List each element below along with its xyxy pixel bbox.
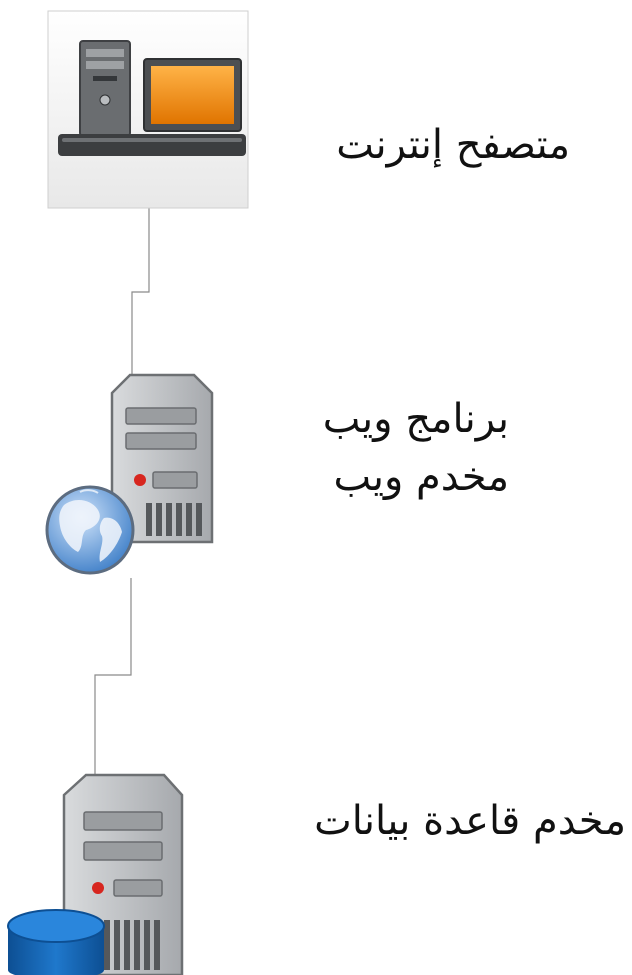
database-server-label: مخدم قاعدة بيانات	[314, 798, 626, 844]
database-icon	[7, 909, 105, 975]
desktop-computer-icon	[47, 10, 249, 209]
web-server-label: مخدم ويب	[333, 454, 509, 500]
browser-label: متصفح إنترنت	[336, 122, 570, 168]
connector-webserver-to-dbserver	[94, 578, 132, 777]
connector-browser-to-webserver	[131, 208, 150, 376]
web-app-label: برنامج ويب	[322, 396, 509, 442]
globe-icon	[45, 485, 135, 575]
